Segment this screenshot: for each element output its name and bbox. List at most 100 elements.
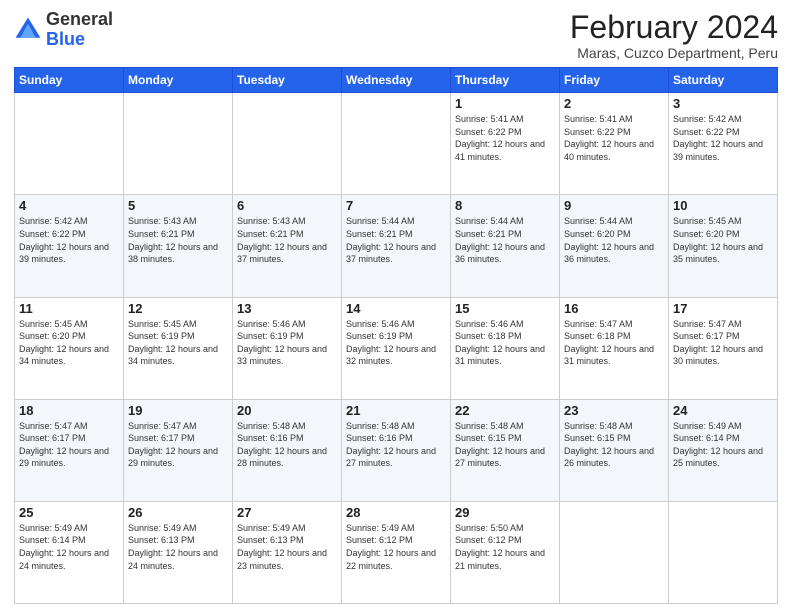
calendar-header-row: SundayMondayTuesdayWednesdayThursdayFrid… [15,68,778,93]
calendar-cell: 9 Sunrise: 5:44 AM Sunset: 6:20 PM Daylig… [560,195,669,297]
month-title: February 2024 [570,10,778,45]
day-info: Sunrise: 5:44 AM Sunset: 6:21 PM Dayligh… [346,215,446,265]
day-number: 7 [346,198,446,213]
page: General Blue February 2024 Maras, Cuzco … [0,0,792,612]
calendar: SundayMondayTuesdayWednesdayThursdayFrid… [14,67,778,604]
day-number: 4 [19,198,119,213]
day-number: 22 [455,403,555,418]
calendar-cell: 22 Sunrise: 5:48 AM Sunset: 6:15 PM Dayli… [451,399,560,501]
day-number: 23 [564,403,664,418]
calendar-cell: 6 Sunrise: 5:43 AM Sunset: 6:21 PM Daylig… [233,195,342,297]
calendar-week-3: 11 Sunrise: 5:45 AM Sunset: 6:20 PM Dayli… [15,297,778,399]
calendar-cell [560,501,669,603]
day-number: 2 [564,96,664,111]
calendar-cell: 7 Sunrise: 5:44 AM Sunset: 6:21 PM Daylig… [342,195,451,297]
day-number: 11 [19,301,119,316]
calendar-header-saturday: Saturday [669,68,778,93]
calendar-cell: 20Sunrise: 5:48 AM Sunset: 6:16 PM Dayli… [233,399,342,501]
day-number: 10 [673,198,773,213]
calendar-cell: 14Sunrise: 5:46 AM Sunset: 6:19 PM Dayli… [342,297,451,399]
day-info: Sunrise: 5:41 AM Sunset: 6:22 PM Dayligh… [455,113,555,163]
day-info: Sunrise: 5:41 AM Sunset: 6:22 PM Dayligh… [564,113,664,163]
logo-text: General Blue [46,10,113,50]
logo-icon [14,16,42,44]
day-info: Sunrise: 5:47 AM Sunset: 6:17 PM Dayligh… [19,420,119,470]
day-info: Sunrise: 5:44 AM Sunset: 6:21 PM Dayligh… [455,215,555,265]
day-info: Sunrise: 5:48 AM Sunset: 6:15 PM Dayligh… [564,420,664,470]
calendar-cell [15,93,124,195]
subtitle: Maras, Cuzco Department, Peru [570,45,778,61]
calendar-cell: 5 Sunrise: 5:43 AM Sunset: 6:21 PM Daylig… [124,195,233,297]
calendar-header-tuesday: Tuesday [233,68,342,93]
calendar-cell: 3 Sunrise: 5:42 AM Sunset: 6:22 PM Daylig… [669,93,778,195]
calendar-cell: 23 Sunrise: 5:48 AM Sunset: 6:15 PM Dayli… [560,399,669,501]
day-number: 24 [673,403,773,418]
day-info: Sunrise: 5:46 AM Sunset: 6:19 PM Dayligh… [346,318,446,368]
day-number: 27 [237,505,337,520]
day-info: Sunrise: 5:49 AM Sunset: 6:14 PM Dayligh… [673,420,773,470]
calendar-cell: 11 Sunrise: 5:45 AM Sunset: 6:20 PM Dayli… [15,297,124,399]
calendar-week-2: 4 Sunrise: 5:42 AM Sunset: 6:22 PM Daylig… [15,195,778,297]
day-number: 9 [564,198,664,213]
day-info: Sunrise: 5:42 AM Sunset: 6:22 PM Dayligh… [673,113,773,163]
day-info: Sunrise: 5:47 AM Sunset: 6:17 PM Dayligh… [673,318,773,368]
logo-blue: Blue [46,29,85,49]
day-number: 28 [346,505,446,520]
calendar-cell [342,93,451,195]
day-number: 1 [455,96,555,111]
day-info: Sunrise: 5:47 AM Sunset: 6:17 PM Dayligh… [128,420,228,470]
calendar-cell: 13 Sunrise: 5:46 AM Sunset: 6:19 PM Dayli… [233,297,342,399]
day-info: Sunrise: 5:44 AM Sunset: 6:20 PM Dayligh… [564,215,664,265]
day-number: 5 [128,198,228,213]
day-number: 8 [455,198,555,213]
calendar-cell: 12 Sunrise: 5:45 AM Sunset: 6:19 PM Dayli… [124,297,233,399]
header: General Blue February 2024 Maras, Cuzco … [14,10,778,61]
day-info: Sunrise: 5:46 AM Sunset: 6:19 PM Dayligh… [237,318,337,368]
title-block: February 2024 Maras, Cuzco Department, P… [570,10,778,61]
calendar-cell: 27 Sunrise: 5:49 AM Sunset: 6:13 PM Dayli… [233,501,342,603]
calendar-week-4: 18Sunrise: 5:47 AM Sunset: 6:17 PM Dayli… [15,399,778,501]
day-number: 16 [564,301,664,316]
day-info: Sunrise: 5:46 AM Sunset: 6:18 PM Dayligh… [455,318,555,368]
day-info: Sunrise: 5:45 AM Sunset: 6:20 PM Dayligh… [19,318,119,368]
day-info: Sunrise: 5:49 AM Sunset: 6:14 PM Dayligh… [19,522,119,572]
day-info: Sunrise: 5:49 AM Sunset: 6:13 PM Dayligh… [128,522,228,572]
day-info: Sunrise: 5:45 AM Sunset: 6:20 PM Dayligh… [673,215,773,265]
day-info: Sunrise: 5:47 AM Sunset: 6:18 PM Dayligh… [564,318,664,368]
day-number: 12 [128,301,228,316]
day-number: 3 [673,96,773,111]
day-info: Sunrise: 5:49 AM Sunset: 6:13 PM Dayligh… [237,522,337,572]
calendar-cell [124,93,233,195]
calendar-cell: 28Sunrise: 5:49 AM Sunset: 6:12 PM Dayli… [342,501,451,603]
calendar-cell: 2 Sunrise: 5:41 AM Sunset: 6:22 PM Daylig… [560,93,669,195]
day-info: Sunrise: 5:43 AM Sunset: 6:21 PM Dayligh… [237,215,337,265]
calendar-header-monday: Monday [124,68,233,93]
calendar-header-friday: Friday [560,68,669,93]
calendar-cell: 25 Sunrise: 5:49 AM Sunset: 6:14 PM Dayli… [15,501,124,603]
calendar-header-wednesday: Wednesday [342,68,451,93]
calendar-cell [669,501,778,603]
day-info: Sunrise: 5:45 AM Sunset: 6:19 PM Dayligh… [128,318,228,368]
day-info: Sunrise: 5:43 AM Sunset: 6:21 PM Dayligh… [128,215,228,265]
day-number: 19 [128,403,228,418]
day-number: 26 [128,505,228,520]
calendar-cell: 8 Sunrise: 5:44 AM Sunset: 6:21 PM Daylig… [451,195,560,297]
calendar-cell: 4 Sunrise: 5:42 AM Sunset: 6:22 PM Daylig… [15,195,124,297]
day-info: Sunrise: 5:48 AM Sunset: 6:15 PM Dayligh… [455,420,555,470]
calendar-cell: 16 Sunrise: 5:47 AM Sunset: 6:18 PM Dayli… [560,297,669,399]
calendar-cell: 26 Sunrise: 5:49 AM Sunset: 6:13 PM Dayli… [124,501,233,603]
calendar-cell: 1 Sunrise: 5:41 AM Sunset: 6:22 PM Daylig… [451,93,560,195]
calendar-cell: 29Sunrise: 5:50 AM Sunset: 6:12 PM Dayli… [451,501,560,603]
calendar-cell: 10 Sunrise: 5:45 AM Sunset: 6:20 PM Dayli… [669,195,778,297]
calendar-week-1: 1 Sunrise: 5:41 AM Sunset: 6:22 PM Daylig… [15,93,778,195]
calendar-cell: 18Sunrise: 5:47 AM Sunset: 6:17 PM Dayli… [15,399,124,501]
day-number: 6 [237,198,337,213]
day-number: 20 [237,403,337,418]
day-number: 15 [455,301,555,316]
day-number: 25 [19,505,119,520]
calendar-header-thursday: Thursday [451,68,560,93]
day-info: Sunrise: 5:42 AM Sunset: 6:22 PM Dayligh… [19,215,119,265]
day-info: Sunrise: 5:50 AM Sunset: 6:12 PM Dayligh… [455,522,555,572]
calendar-week-5: 25 Sunrise: 5:49 AM Sunset: 6:14 PM Dayli… [15,501,778,603]
day-number: 13 [237,301,337,316]
